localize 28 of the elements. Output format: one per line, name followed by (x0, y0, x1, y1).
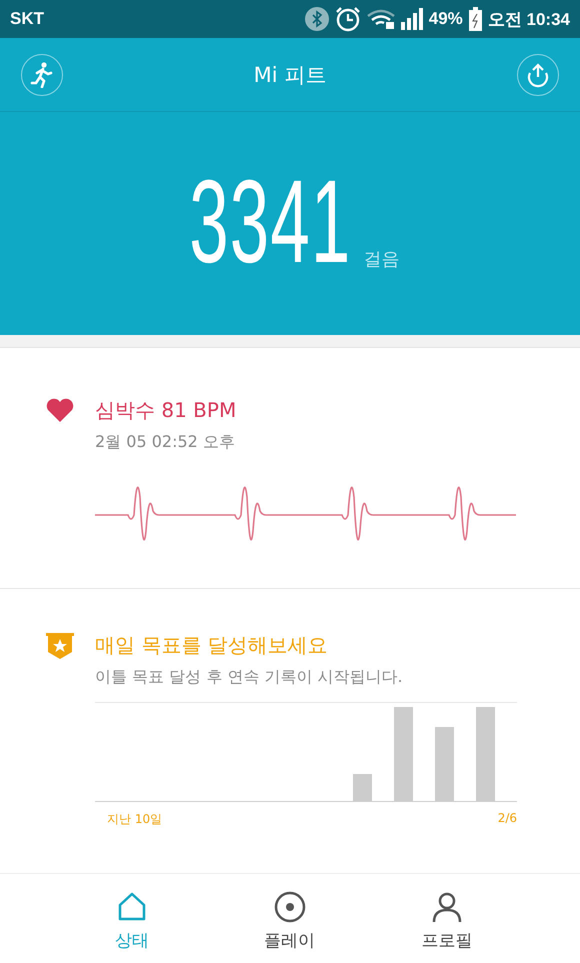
nav-tab[interactable]: 플레이 (214, 874, 364, 953)
run-button[interactable] (21, 54, 63, 96)
chart-bar (353, 774, 372, 801)
goal-subtitle: 이틀 목표 달성 후 연속 기록이 시작됩니다. (95, 667, 404, 688)
step-unit: 걸음 (363, 248, 400, 271)
home-icon (116, 891, 148, 923)
goal-title: 매일 목표를 달성해보세요 (95, 633, 329, 657)
battery-icon (468, 7, 482, 31)
step-count: 3341 (188, 168, 352, 275)
target-icon (274, 891, 306, 923)
battery-percent: 49% (428, 9, 463, 29)
carrier-label: SKT (10, 9, 44, 29)
alarm-icon (334, 6, 361, 32)
heart-icon (46, 398, 74, 422)
heart-rate-time: 2월 05 02:52 오후 (95, 432, 236, 453)
clock-label: 오전 10:34 (488, 8, 570, 30)
app-title: Mi 피트 (254, 62, 326, 88)
bluetooth-icon (304, 7, 329, 31)
chart-end-label: 2/6 (498, 811, 517, 827)
wifi-icon (366, 9, 395, 29)
signal-icon (400, 8, 423, 30)
chart-start-label: 지난 10일 (107, 811, 162, 828)
upload-button[interactable] (516, 54, 559, 96)
badge-icon (46, 633, 74, 659)
runner-icon (30, 62, 54, 88)
nav-tab[interactable]: 프로필 (372, 874, 522, 953)
heart-rate-title: 심박수 81 BPM (95, 398, 238, 422)
profile-icon (431, 891, 463, 923)
